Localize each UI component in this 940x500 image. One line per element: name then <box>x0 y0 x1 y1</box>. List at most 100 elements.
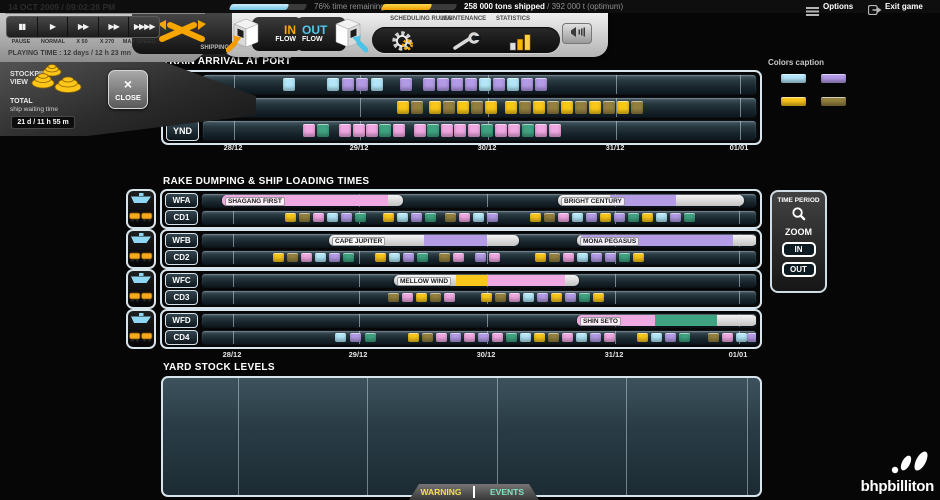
options-icon <box>806 3 819 21</box>
ship-name-label: MELLOW WIND <box>397 277 451 286</box>
schedule-block <box>422 333 433 342</box>
schedule-block <box>473 213 484 222</box>
rake-group-chart: WFCMELLOW WINDCD3 <box>160 269 762 309</box>
schedule-block <box>350 333 361 342</box>
ship-track: SHIN SETO <box>201 313 757 328</box>
schedule-block <box>530 213 541 222</box>
schedule-block <box>315 253 326 262</box>
play-normal-button[interactable]: ▶ <box>38 17 69 37</box>
schedule-block <box>444 293 455 302</box>
schedule-block <box>465 78 477 91</box>
schedule-block <box>365 333 376 342</box>
stockpile-icon[interactable] <box>30 60 84 101</box>
ship-row-label: WFD <box>165 313 198 328</box>
game-datetime: 14 OCT 2009 / 09:02:28 PM <box>8 2 115 12</box>
close-button[interactable]: × CLOSE <box>108 70 148 109</box>
ship-icon <box>130 271 152 289</box>
rake-group: WFDSHIN SETOCD4 <box>126 309 762 349</box>
tons-shipped-label: 258 000 tons shipped / 392 000 t (optimu… <box>464 2 623 11</box>
schedule-block <box>402 293 413 302</box>
rake-group-chart: WFBCAPE JUPITERMONA PEGASUSCD2 <box>160 229 762 269</box>
schedule-block <box>617 101 629 114</box>
grid-line <box>233 314 234 327</box>
close-icon: × <box>124 78 132 91</box>
schedule-block <box>451 78 463 91</box>
tons-shipped-progressbar <box>381 4 458 10</box>
sound-toggle-button[interactable] <box>562 23 592 44</box>
schedule-block <box>478 333 489 342</box>
schedule-block <box>375 253 386 262</box>
ship-name-label: SHAGANG FIRST <box>225 197 285 206</box>
gear-icon[interactable] <box>390 29 414 58</box>
zoom-in-button[interactable]: IN <box>782 242 816 257</box>
schedule-block <box>464 333 475 342</box>
speed-x270-button[interactable]: ▶▶ <box>99 17 130 37</box>
schedule-block <box>509 293 520 302</box>
grid-line <box>367 378 368 495</box>
ship-waiting-time-value: 21 d / 11 h 55 m <box>11 116 75 129</box>
schedule-block <box>495 293 506 302</box>
schedule-block <box>475 253 486 262</box>
grid-line <box>615 331 616 344</box>
ship-name-label: SHIN SETO <box>580 317 621 326</box>
schedule-block <box>565 293 576 302</box>
exit-game-button[interactable]: Exit game <box>885 2 923 11</box>
schedule-block <box>417 253 428 262</box>
grid-line <box>233 251 234 264</box>
grid-line <box>740 75 741 94</box>
options-button[interactable]: Options <box>823 2 853 11</box>
out-flow-word: OUT <box>302 25 327 36</box>
schedule-block <box>651 333 662 342</box>
tab-statistics[interactable]: STATISTICS <box>482 16 544 22</box>
tab-warning[interactable]: WARNING <box>409 487 473 497</box>
ship-loading-segment <box>456 275 488 286</box>
rake-track <box>201 290 757 305</box>
yard-stock-chart <box>161 376 762 497</box>
schedule-block <box>317 124 329 137</box>
grid-line <box>233 291 234 304</box>
pause-button[interactable]: ▮▮ <box>7 17 38 37</box>
colors-caption: Colors caption <box>768 58 878 120</box>
grid-line <box>360 98 361 117</box>
schedule-block <box>443 101 455 114</box>
schedule-block <box>576 333 587 342</box>
schedule-block <box>589 101 601 114</box>
ship-waiting-time-label: ship waiting time <box>10 106 58 113</box>
axis-date-label: 29/12 <box>338 350 378 359</box>
schedule-block <box>736 333 747 342</box>
max-speed-button[interactable]: ▶▶▶▶ <box>129 17 159 37</box>
time-remaining-progressbar <box>229 4 308 10</box>
statistics-bars-icon[interactable] <box>508 31 534 56</box>
tons-optimum-value: / 392 000 t (optimum) <box>545 2 623 11</box>
tons-shipped-fill <box>381 4 433 10</box>
schedule-block <box>301 253 312 262</box>
schedule-block <box>521 78 533 91</box>
schedule-block <box>593 293 604 302</box>
tab-events[interactable]: EVENTS <box>475 487 539 497</box>
schedule-block <box>481 124 493 137</box>
grid-line <box>359 314 360 327</box>
schedule-block <box>371 78 383 91</box>
schedule-block <box>393 124 405 137</box>
schedule-block <box>335 333 346 342</box>
train-row: YND <box>166 120 757 141</box>
caption-swatch <box>781 97 806 106</box>
caption-swatch <box>821 97 846 106</box>
rake-date-axis: 28/1229/1230/1231/1201/01 <box>201 350 758 360</box>
rake-dumping-chart: WFASHAGANG FIRSTBRIGHT CENTURYCD1WFBCAPE… <box>126 189 762 349</box>
rake-group-icons <box>126 269 156 309</box>
colors-caption-title: Colors caption <box>768 58 878 67</box>
grid-line <box>739 211 740 224</box>
schedule-block <box>586 213 597 222</box>
grid-line <box>359 251 360 264</box>
schedule-block <box>439 253 450 262</box>
rake-row-label: CD2 <box>165 250 198 265</box>
speed-x50-button[interactable]: ▶▶ <box>68 17 99 37</box>
schedule-block <box>416 293 427 302</box>
wrench-icon[interactable] <box>452 32 482 55</box>
schedule-block <box>327 78 339 91</box>
schedule-block <box>283 78 295 91</box>
zoom-out-button[interactable]: OUT <box>782 262 816 277</box>
schedule-block <box>408 333 419 342</box>
rake-row-label: CD3 <box>165 290 198 305</box>
